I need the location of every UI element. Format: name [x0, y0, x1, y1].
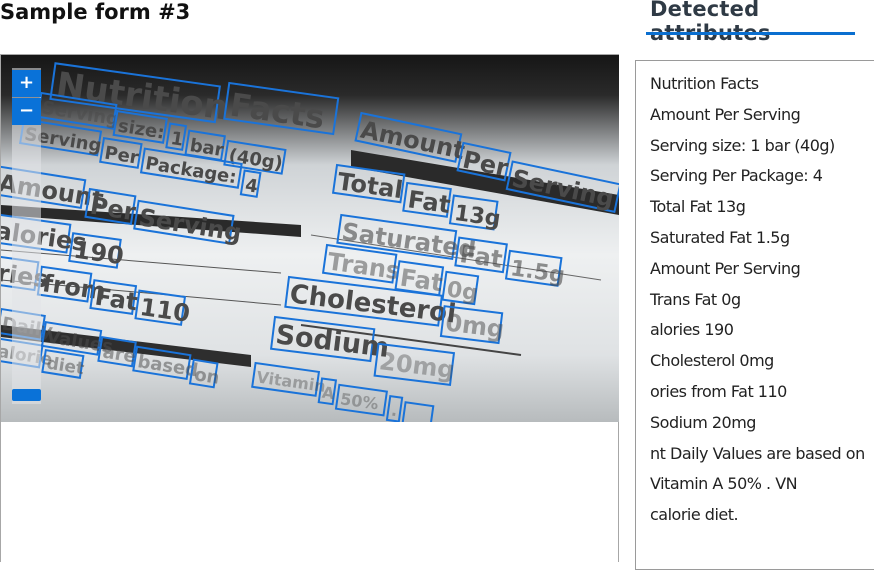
attribute-item[interactable]: Total Fat 13g [650, 196, 865, 227]
attribute-item[interactable]: Trans Fat 0g [650, 289, 865, 320]
word-text: are [101, 342, 137, 368]
attribute-item[interactable]: Serving Per Package: 4 [650, 165, 865, 196]
zoom-out-button[interactable]: − [12, 98, 41, 125]
word-text: Sodium [274, 319, 391, 364]
word-text: 190 [72, 236, 126, 271]
attribute-item[interactable]: nt Daily Values are based on [650, 443, 865, 474]
attribute-item[interactable]: Amount Per Serving [650, 258, 865, 289]
zoom-in-button[interactable]: + [12, 70, 41, 97]
attribute-item[interactable]: Sodium 20mg [650, 412, 865, 443]
nutrition-label-photo: Nutrition Facts Serving size: 1 bar (40g… [1, 55, 619, 422]
word-text: on [193, 364, 221, 389]
word-text: 13g [453, 201, 502, 232]
attributes-header: Detected attributes [650, 0, 771, 45]
attribute-item[interactable]: Serving size: 1 bar (40g) [650, 135, 865, 166]
word-text: diet [45, 354, 85, 380]
attribute-item[interactable]: ories from Fat 110 [650, 381, 865, 412]
word-text: Fat [93, 283, 139, 317]
attribute-item[interactable]: Nutrition Facts [650, 73, 865, 104]
word-text: 110 [138, 293, 192, 328]
word-text: Package: [144, 153, 238, 188]
attribute-item[interactable]: Vitamin A 50% . VN [650, 473, 865, 504]
word-text: Per [103, 143, 140, 169]
attributes-list: Nutrition Facts Amount Per Serving Servi… [650, 73, 865, 535]
word-text: . [390, 400, 399, 420]
word-text: Fat [458, 240, 504, 274]
word-text: Fat [406, 185, 452, 219]
form-title: Sample form #3 [0, 0, 191, 24]
attribute-item[interactable]: alories 190 [650, 319, 865, 350]
zoom-slider-handle[interactable] [12, 389, 41, 401]
attribute-item[interactable]: Saturated Fat 1.5g [650, 227, 865, 258]
word-text: size: [116, 116, 165, 144]
attribute-item[interactable]: Amount Per Serving [650, 104, 865, 135]
attribute-item[interactable]: Cholesterol 0mg [650, 350, 865, 381]
attribute-item[interactable]: calorie diet. [650, 504, 865, 535]
photo-drawing: Nutrition Facts Serving size: 1 bar (40g… [1, 62, 619, 422]
word-text: 1.5g [509, 256, 567, 288]
attributes-header-underline [646, 32, 855, 35]
word-text: Facts [228, 86, 327, 137]
word-box[interactable] [401, 401, 435, 422]
